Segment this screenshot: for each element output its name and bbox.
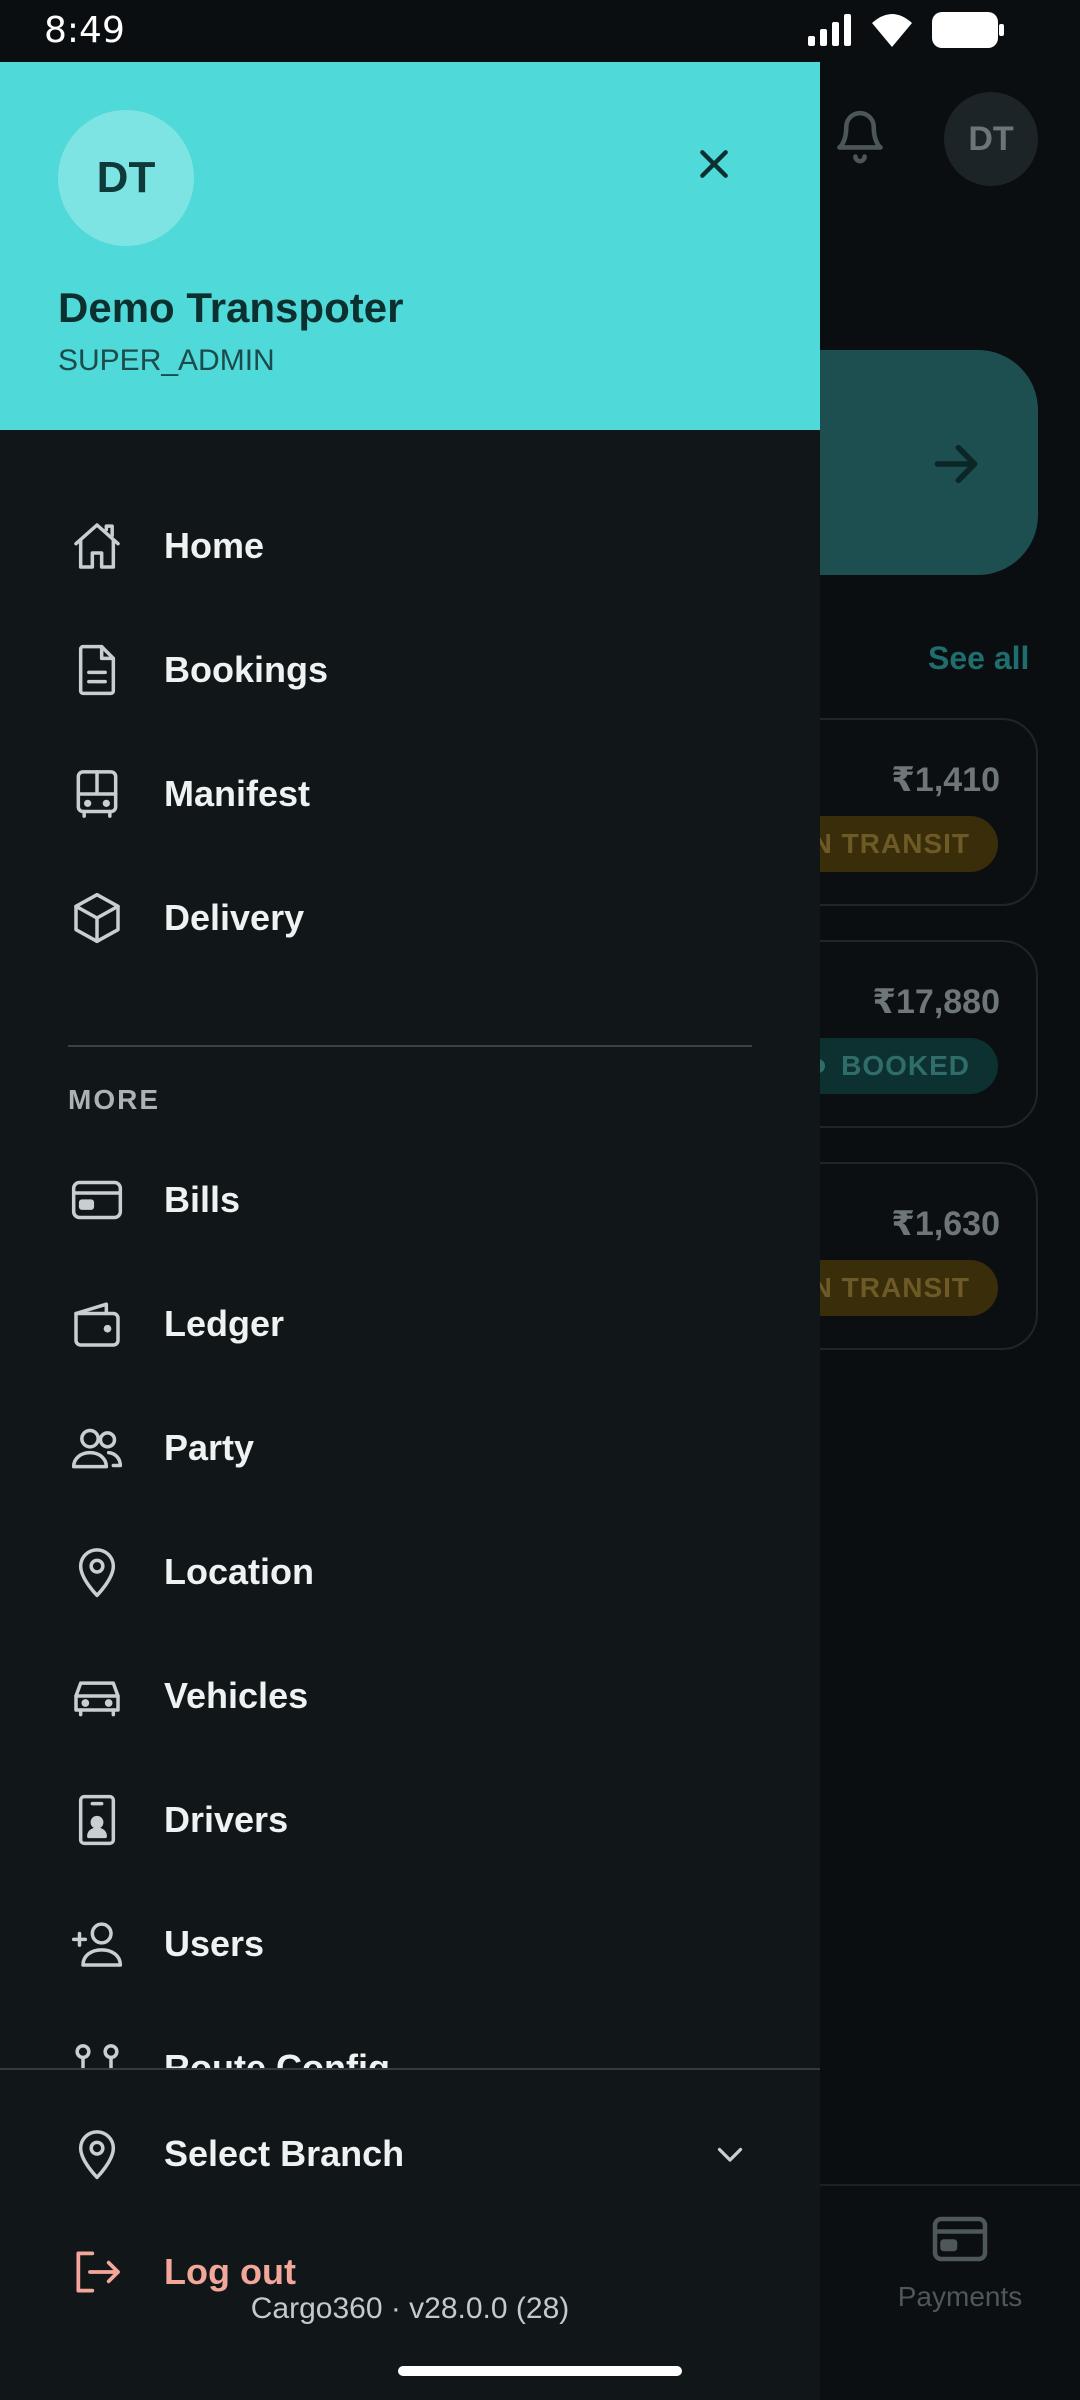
chevron-down-icon[interactable]: [710, 2134, 750, 2174]
menu-item-users[interactable]: Users: [0, 1882, 820, 2006]
map-pin-icon: [68, 1543, 126, 1601]
nav-item-payments[interactable]: Payments: [880, 2214, 1040, 2313]
menu-item-label: Delivery: [164, 897, 305, 938]
menu-item-delivery[interactable]: Delivery: [0, 856, 820, 980]
home-indicator[interactable]: [398, 2366, 682, 2376]
package-icon: [68, 889, 126, 947]
menu-item-bills[interactable]: Bills: [0, 1138, 820, 1262]
credit-card-icon: [932, 2216, 988, 2262]
arrow-right-icon: [928, 436, 984, 497]
user-avatar: DT: [58, 110, 194, 246]
menu-item-label: Location: [164, 1551, 314, 1592]
menu-item-label: Route Config: [164, 2047, 390, 2068]
id-badge-icon: [68, 1791, 126, 1849]
menu-item-route-config[interactable]: Route Config: [0, 2006, 820, 2068]
drawer-menu: Home Bookings Manifest Delivery MORE Bil…: [0, 430, 820, 2068]
section-label-more: MORE: [68, 1084, 160, 1115]
drawer-footer: Select Branch Log out Cargo360 · v28.0.0…: [0, 2068, 820, 2400]
card-amount: ₹1,410: [891, 761, 1000, 799]
navigation-drawer: DT Demo Transpoter SUPER_ADMIN Home Book…: [0, 62, 820, 2400]
credit-card-icon: [68, 1171, 126, 1229]
user-role: SUPER_ADMIN: [58, 344, 275, 377]
drawer-header: DT Demo Transpoter SUPER_ADMIN: [0, 62, 820, 430]
close-icon[interactable]: [684, 134, 744, 194]
app-version: Cargo360 · v28.0.0 (28): [250, 2292, 570, 2325]
select-branch-label: Select Branch: [164, 2133, 405, 2174]
wifi-icon: [872, 14, 912, 47]
menu-item-label: Drivers: [164, 1799, 289, 1840]
wallet-icon: [68, 1295, 126, 1353]
battery-icon: [932, 12, 1004, 48]
menu-item-label: Ledger: [164, 1303, 285, 1344]
header-avatar[interactable]: DT: [944, 92, 1038, 186]
bus-icon: [68, 765, 126, 823]
home-icon: [68, 517, 126, 575]
menu-divider: [68, 1045, 752, 1047]
menu-item-drivers[interactable]: Drivers: [0, 1758, 820, 1882]
menu-item-party[interactable]: Party: [0, 1386, 820, 1510]
menu-item-label: Manifest: [164, 773, 311, 814]
car-icon: [68, 1667, 126, 1725]
nav-label: Payments: [897, 2281, 1023, 2312]
users-icon: [68, 1419, 126, 1477]
document-icon: [68, 641, 126, 699]
notification-bell-icon[interactable]: [832, 104, 888, 173]
signal-icon: [808, 14, 851, 46]
route-icon: [68, 2039, 126, 2068]
menu-item-manifest[interactable]: Manifest: [0, 732, 820, 856]
menu-item-label: Bills: [164, 1179, 241, 1220]
menu-item-bookings[interactable]: Bookings: [0, 608, 820, 732]
see-all-link[interactable]: See all: [928, 640, 1029, 677]
menu-item-label: Users: [164, 1923, 265, 1964]
user-plus-icon: [68, 1915, 126, 1973]
logout-label: Log out: [164, 2251, 296, 2292]
card-amount: ₹17,880: [872, 983, 1000, 1021]
menu-item-label: Home: [164, 525, 265, 566]
menu-item-home[interactable]: Home: [0, 484, 820, 608]
menu-item-label: Party: [164, 1427, 255, 1468]
status-time: 8:49: [44, 10, 125, 51]
card-amount: ₹1,630: [891, 1205, 1000, 1243]
menu-item-location[interactable]: Location: [0, 1510, 820, 1634]
user-name: Demo Transpoter: [58, 284, 404, 331]
menu-item-label: Bookings: [164, 649, 329, 690]
status-bar: 8:49: [0, 0, 1080, 62]
menu-item-vehicles[interactable]: Vehicles: [0, 1634, 820, 1758]
menu-item-ledger[interactable]: Ledger: [0, 1262, 820, 1386]
select-branch-button[interactable]: Select Branch: [0, 2094, 820, 2214]
map-pin-icon: [68, 2125, 126, 2183]
menu-item-label: Vehicles: [164, 1675, 309, 1716]
